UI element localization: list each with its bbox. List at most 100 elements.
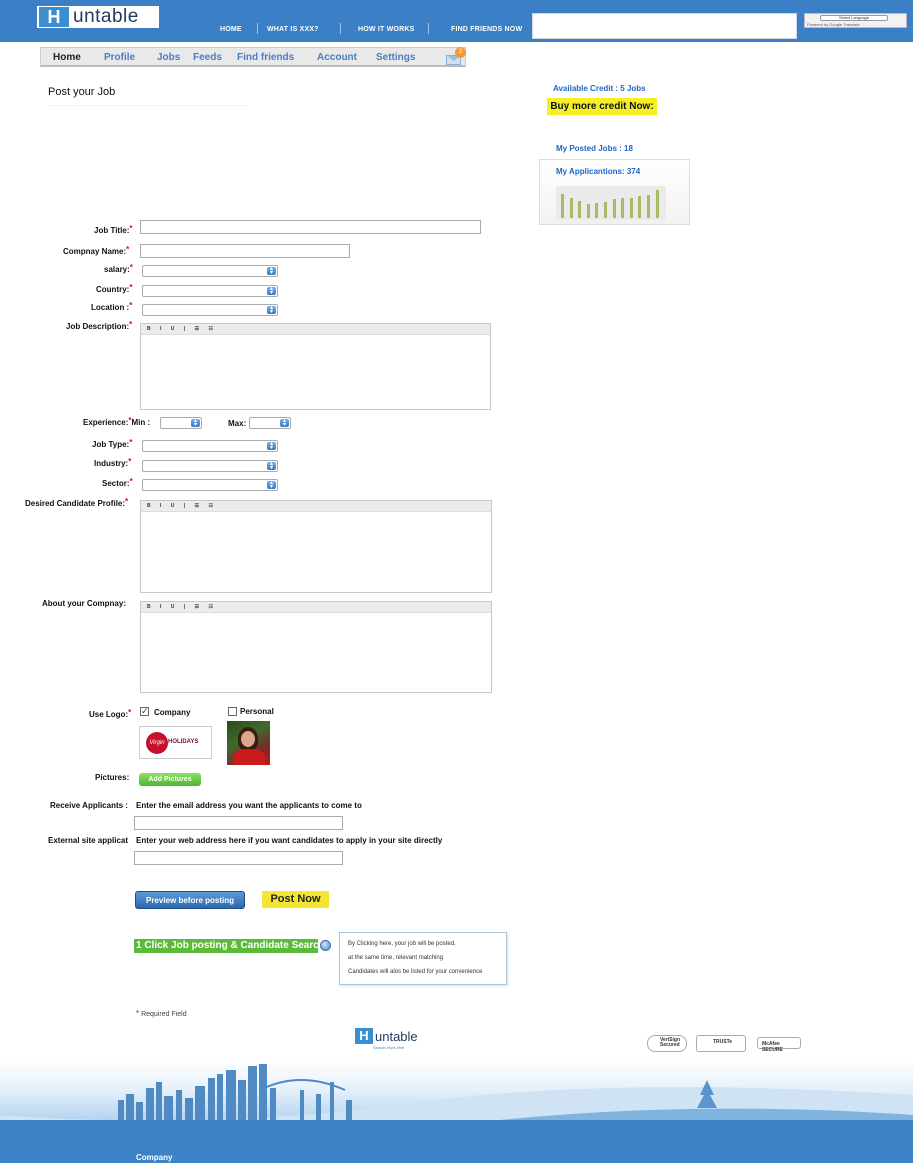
title-divider <box>48 105 248 106</box>
sparkline-bar <box>647 195 650 218</box>
company-name-input[interactable] <box>140 244 350 258</box>
menu-jobs[interactable]: Jobs <box>157 52 180 63</box>
company-logo-image: Virgin HOLIDAYS <box>139 726 212 759</box>
post-now-button[interactable]: Post Now <box>262 891 329 908</box>
about-company-editor[interactable]: B I U | ☰ ☷ <box>140 601 492 693</box>
editor-toolbar[interactable]: B I U | ☰ ☷ <box>141 602 491 613</box>
required-field-note: * Required Field <box>136 1009 187 1019</box>
logo-word: untable <box>73 6 139 27</box>
receive-applicants-hint: Enter the email address you want the app… <box>136 801 362 810</box>
sparkline-bar <box>578 201 582 218</box>
my-applications-link[interactable]: My Applicantions: 374 <box>556 167 640 176</box>
menu-home[interactable]: Home <box>53 52 81 63</box>
applications-sparkline <box>556 186 666 220</box>
industry-label: Industry:* <box>94 457 132 469</box>
required-asterisk: * <box>129 224 133 233</box>
sector-select[interactable]: ▴ ▾ <box>142 479 278 491</box>
truste-badge[interactable]: TRUSTe <box>696 1035 746 1052</box>
use-logo-label: Use Logo:* <box>89 708 132 720</box>
required-asterisk: * <box>129 320 133 329</box>
nav-find-friends[interactable]: FIND FRIENDS NOW <box>451 26 522 33</box>
menu-settings[interactable]: Settings <box>376 52 415 63</box>
select-arrow-icon: ▴ ▾ <box>267 461 276 471</box>
job-title-label: Job Title:* <box>94 224 133 236</box>
company-name-label: Compnay Name:* <box>63 245 130 257</box>
menu-profile[interactable]: Profile <box>104 52 135 63</box>
mcafee-badge[interactable]: McAfee SECURE <box>757 1037 801 1053</box>
pictures-label: Pictures: <box>95 773 130 782</box>
tooltip-line: at the same time, relevant matching <box>348 955 444 961</box>
one-click-tooltip: By Clicking here, your job will be poste… <box>339 932 507 985</box>
nav-how-it-works[interactable]: HOW IT WORKS <box>358 26 414 33</box>
experience-min-label: Min : <box>131 418 151 427</box>
country-select[interactable]: ▴ ▾ <box>142 285 278 297</box>
footer-company-link[interactable]: Company <box>136 1153 172 1162</box>
logo-company-label: Company <box>154 708 191 717</box>
external-site-input[interactable] <box>134 851 343 865</box>
footer-logo-letter: H <box>355 1028 373 1044</box>
receive-applicants-label: Receive Applicants : <box>50 801 128 810</box>
sparkline-bar <box>561 194 564 218</box>
select-arrow-icon: ▴ ▾ <box>267 286 276 296</box>
required-asterisk: * <box>128 457 132 466</box>
preview-button[interactable]: Preview before posting <box>135 891 245 909</box>
page-title: Post your Job <box>48 86 116 98</box>
logo-company-checkbox[interactable]: ✓ <box>140 707 149 716</box>
job-type-label: Job Type:* <box>92 438 133 450</box>
my-posted-jobs-link[interactable]: My Posted Jobs : 18 <box>556 144 633 153</box>
about-company-label: About your Compnay: <box>42 599 126 608</box>
select-arrow-icon: ▴ ▾ <box>191 418 200 428</box>
experience-max-select[interactable]: ▴ ▾ <box>249 417 291 429</box>
nav-home[interactable]: HOME <box>220 26 242 33</box>
applicant-email-input[interactable] <box>134 816 343 830</box>
sparkline-bar <box>586 204 590 218</box>
header-search-input[interactable] <box>532 13 797 39</box>
logo-letter: H <box>39 7 69 27</box>
required-asterisk: * <box>126 245 130 254</box>
select-arrow-icon: ▴ ▾ <box>280 418 289 428</box>
one-click-posting-button[interactable]: 1 Click Job posting & Candidate Search <box>134 939 325 953</box>
menu-feeds[interactable]: Feeds <box>193 52 222 63</box>
menu-account[interactable]: Account <box>317 52 357 63</box>
nav-what-is[interactable]: WHAT IS XXX? <box>267 26 319 33</box>
required-asterisk: * <box>128 708 132 717</box>
nav-separator <box>257 23 258 34</box>
google-translate-widget[interactable]: Select Language Powered by Google Transl… <box>804 13 907 28</box>
location-label: Location :* <box>91 301 133 313</box>
job-description-editor[interactable]: B I U | ☰ ☷ <box>140 323 491 410</box>
select-arrow-icon: ▴ ▾ <box>267 480 276 490</box>
industry-select[interactable]: ▴ ▾ <box>142 460 278 472</box>
sparkline-bar <box>629 198 633 218</box>
translate-powered-by: Powered by Google Translate <box>807 22 860 27</box>
location-select[interactable]: ▴ ▾ <box>142 304 278 316</box>
job-title-input[interactable] <box>140 220 481 234</box>
tooltip-line: Candidates will alos be listed for your … <box>348 969 483 975</box>
verisign-badge[interactable]: VeriSign Secured <box>647 1035 687 1052</box>
job-type-select[interactable]: ▴ ▾ <box>142 440 278 452</box>
editor-toolbar[interactable]: B I U | ☰ ☷ <box>141 501 491 512</box>
experience-max-label: Max: <box>228 419 247 428</box>
footer-tagline: Search-Hunt-Hire <box>373 1045 405 1050</box>
footer-logo[interactable]: H untable Search-Hunt-Hire <box>355 1028 430 1052</box>
menu-find-friends[interactable]: Find friends <box>237 52 294 63</box>
company-logo-mark: Virgin <box>146 732 168 754</box>
desired-profile-label: Desired Candidate Profile:* <box>25 497 129 509</box>
translate-select[interactable]: Select Language <box>820 15 888 21</box>
desired-profile-editor[interactable]: B I U | ☰ ☷ <box>140 500 492 593</box>
info-icon[interactable] <box>320 940 331 951</box>
available-credit: Available Credit : 5 Jobs <box>553 84 646 93</box>
experience-min-select[interactable]: ▴ ▾ <box>160 417 202 429</box>
salary-select[interactable]: ▴ ▾ <box>142 265 278 277</box>
salary-label: salary:* <box>104 263 133 275</box>
add-pictures-button[interactable]: Add Pictures <box>139 773 201 786</box>
required-asterisk: * <box>125 497 129 506</box>
required-asterisk: * <box>129 438 133 447</box>
logo-personal-label: Personal <box>240 707 274 716</box>
sector-label: Sector:* <box>102 477 133 489</box>
buy-credit-button[interactable]: Buy more credit Now: <box>547 98 657 115</box>
site-logo[interactable]: H untable <box>37 6 159 28</box>
nav-separator <box>340 23 341 34</box>
editor-toolbar[interactable]: B I U | ☰ ☷ <box>141 324 490 335</box>
nav-separator <box>428 23 429 34</box>
logo-personal-checkbox[interactable] <box>228 707 237 716</box>
